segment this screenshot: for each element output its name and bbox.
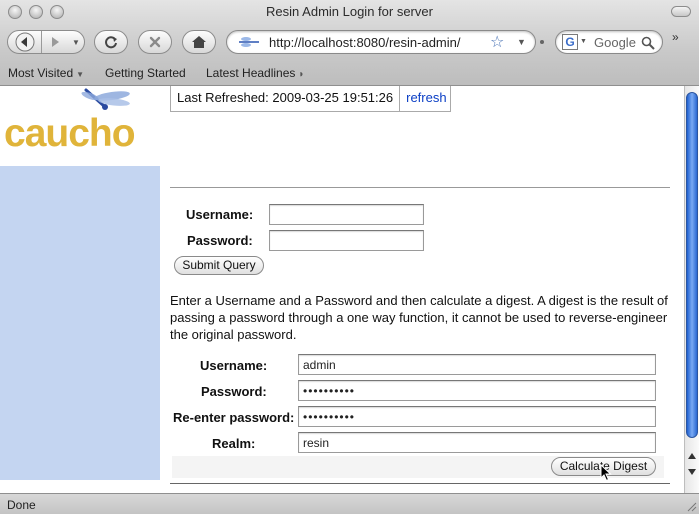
- bookmark-latest-headlines[interactable]: Latest Headlines ◗: [206, 66, 304, 80]
- refresh-status: Last Refreshed: 2009-03-25 19:51:26 refr…: [170, 86, 451, 112]
- scroll-up-icon[interactable]: [687, 451, 697, 461]
- browser-window: Resin Admin Login for server ▼ http://lo…: [0, 0, 699, 514]
- reenter-password-label: Re-enter password:: [173, 410, 295, 425]
- toolbar-overflow-icon[interactable]: »: [672, 30, 679, 44]
- window-title: Resin Admin Login for server: [266, 4, 433, 19]
- login-username-input[interactable]: [269, 204, 424, 225]
- login-password-label: Password:: [187, 233, 253, 248]
- toolbar-separator: [540, 40, 544, 44]
- digest-password-input[interactable]: ••••••••••: [298, 380, 656, 401]
- mouse-cursor-icon: [600, 464, 612, 482]
- history-dropdown-icon[interactable]: ▼: [68, 31, 84, 53]
- url-dropdown-icon[interactable]: ▼: [517, 37, 526, 47]
- logo-text: caucho: [4, 112, 136, 155]
- page-content: caucho Last Refreshed: 2009-03-25 19:51:…: [0, 86, 684, 493]
- history-navigation: ▼: [7, 30, 85, 54]
- chevron-down-icon: ▼: [76, 70, 85, 79]
- forward-button[interactable]: [42, 31, 68, 53]
- realm-input[interactable]: resin: [298, 432, 656, 453]
- toolbar-toggle-button[interactable]: [671, 6, 691, 17]
- bookmark-label: Latest Headlines: [206, 66, 296, 80]
- bookmark-label: Getting Started: [105, 66, 186, 80]
- reload-icon: [105, 36, 117, 49]
- reload-button[interactable]: [94, 30, 128, 54]
- divider: [170, 187, 670, 188]
- scrollbar-thumb[interactable]: [686, 92, 698, 438]
- rss-feed-icon: ◗: [298, 69, 305, 80]
- login-username-label: Username:: [186, 207, 254, 222]
- vertical-scrollbar[interactable]: [684, 86, 699, 493]
- bookmark-star-icon[interactable]: ☆: [490, 32, 504, 52]
- login-password-input[interactable]: [269, 230, 424, 251]
- navigation-toolbar: ▼ http://localhost:8080/resin-admin/ ☆ ▼…: [0, 26, 699, 60]
- reenter-password-input[interactable]: ••••••••••: [298, 406, 656, 427]
- dragonfly-favicon-icon: [239, 37, 259, 47]
- search-placeholder: Google: [594, 35, 636, 50]
- digest-username-label: Username:: [200, 358, 268, 373]
- digest-description: Enter a Username and a Password and then…: [170, 293, 668, 342]
- divider: [170, 483, 670, 484]
- address-bar[interactable]: http://localhost:8080/resin-admin/ ☆ ▼: [226, 30, 536, 54]
- search-icon[interactable]: [640, 35, 656, 51]
- scroll-down-icon[interactable]: [687, 467, 697, 477]
- home-icon: [192, 36, 206, 48]
- browser-chrome: Resin Admin Login for server ▼ http://lo…: [0, 0, 699, 86]
- back-arrow-icon: [15, 32, 34, 52]
- title-bar: Resin Admin Login for server: [0, 0, 699, 24]
- google-engine-icon[interactable]: G: [562, 34, 578, 50]
- status-text: Done: [7, 498, 36, 512]
- submit-query-button[interactable]: Submit Query: [174, 256, 264, 275]
- refresh-link[interactable]: refresh: [400, 86, 452, 111]
- stop-button[interactable]: [138, 30, 172, 54]
- bookmark-most-visited[interactable]: Most Visited ▼: [8, 66, 84, 80]
- back-button[interactable]: [8, 31, 42, 53]
- dragonfly-icon: [81, 88, 130, 110]
- stop-icon: [149, 36, 161, 48]
- last-refreshed-text: Last Refreshed: 2009-03-25 19:51:26: [171, 86, 401, 111]
- bookmark-getting-started[interactable]: Getting Started: [105, 66, 186, 80]
- sidebar: [0, 166, 160, 480]
- bookmark-label: Most Visited: [8, 66, 74, 80]
- url-text: http://localhost:8080/resin-admin/: [269, 35, 461, 50]
- caucho-logo[interactable]: caucho: [4, 86, 160, 158]
- status-bar: Done: [0, 493, 699, 514]
- home-button[interactable]: [182, 30, 216, 54]
- search-input[interactable]: G ▼ Google: [555, 30, 663, 54]
- realm-label: Realm:: [212, 436, 256, 451]
- engine-dropdown-icon[interactable]: ▼: [580, 38, 587, 45]
- resize-grip-icon[interactable]: [685, 500, 697, 512]
- forward-arrow-icon: [52, 37, 59, 47]
- bookmarks-bar: Most Visited ▼ Getting Started Latest Hea…: [0, 62, 699, 84]
- digest-username-input[interactable]: admin: [298, 354, 656, 375]
- digest-password-label: Password:: [201, 384, 267, 399]
